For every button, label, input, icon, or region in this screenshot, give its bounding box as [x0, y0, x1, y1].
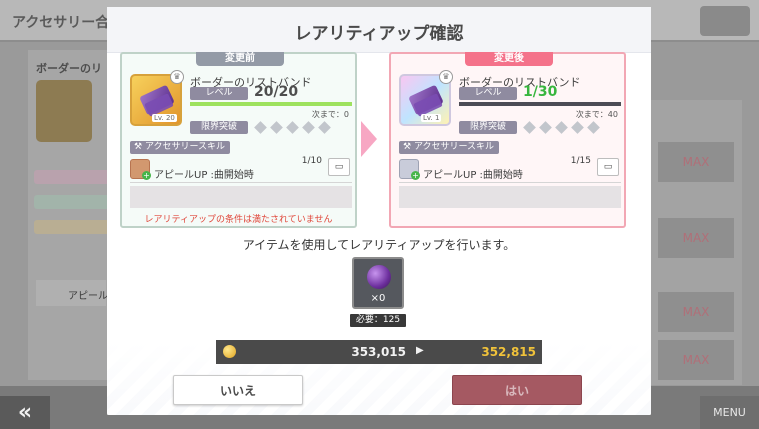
background-max-label: MAX	[658, 292, 734, 332]
background-screen-title: アクセサリー合	[12, 15, 110, 31]
skill-info-button[interactable]: ▭	[328, 158, 350, 176]
plus-icon: +	[142, 171, 151, 180]
skill-count: 1/15	[570, 156, 591, 166]
menu-button[interactable]: MENU	[700, 396, 759, 429]
money-bar: 353,015 ▶ 352,815	[216, 340, 542, 364]
yes-button[interactable]: はい	[452, 375, 582, 405]
diamond-icon	[270, 121, 283, 134]
accessory-skill-label-text: アクセサリースキル	[413, 142, 495, 152]
diamond-icon	[523, 121, 536, 134]
limit-break-label: 限界突破	[459, 121, 517, 134]
icon-level-chip: Lv. 1	[421, 114, 442, 122]
accessory-skill-label: ⚒ アクセサリースキル	[130, 141, 230, 154]
background-stat-pill	[34, 220, 114, 234]
skill-name: アピールUP :曲開始時	[423, 170, 523, 181]
before-panel: 変更前 ♛ Lv. 20 ボーダーのリストバンド レベル 20/20 次まで：0…	[120, 52, 357, 228]
background-item-thumbnail	[36, 80, 92, 142]
confirm-message: アイテムを使用してレアリティアップを行います。	[242, 238, 516, 252]
accessory-skill-label: ⚒ アクセサリースキル	[399, 141, 499, 154]
rarity-crown-icon: ♛	[170, 70, 184, 84]
level-label: レベル	[459, 87, 517, 100]
background-skill-text: アピール	[68, 291, 108, 302]
next-exp-text: 次まで：40	[575, 110, 618, 119]
wristband-icon: ♛ Lv. 20	[130, 70, 184, 126]
message-icon: ▭	[334, 162, 344, 172]
exp-bar	[459, 102, 621, 106]
plus-icon: +	[411, 171, 420, 180]
diamond-icon	[555, 121, 568, 134]
diamond-icon	[254, 121, 267, 134]
wrench-icon: ⚒	[134, 142, 145, 152]
background-stat-pill	[34, 195, 114, 209]
next-exp-text: 次まで：0	[311, 110, 349, 119]
limit-break-label: 限界突破	[190, 121, 248, 134]
money-after: 352,815	[481, 345, 536, 359]
purple-orb-icon	[367, 265, 391, 289]
smile-face-icon: +	[399, 159, 420, 180]
owned-count: ×0	[370, 293, 386, 304]
smile-face-icon: +	[130, 159, 151, 180]
diamond-icon	[318, 121, 331, 134]
icon-level-chip: Lv. 20	[152, 114, 177, 122]
no-button[interactable]: いいえ	[173, 375, 303, 405]
exp-bar	[190, 102, 352, 106]
diamond-icon	[587, 121, 600, 134]
message-icon: ▭	[603, 162, 613, 172]
dialog-title-band: レアリティアップ確認	[107, 7, 651, 53]
empty-skill-slot	[130, 186, 352, 208]
diamond-icon	[571, 121, 584, 134]
background-stat-pill	[34, 170, 114, 184]
limit-break-diamonds	[523, 121, 600, 134]
background-left-subtitle: ボーダーのリ	[36, 62, 102, 75]
arrow-right-icon	[361, 121, 377, 157]
skill-name: アピールUP :曲開始時	[154, 170, 254, 181]
background-max-label: MAX	[658, 218, 734, 258]
dialog-body: レアリティアップ確認 変更前 ♛ Lv. 20 ボーダーのリストバンド レベル …	[107, 7, 651, 415]
skill-info-button[interactable]: ▭	[597, 158, 619, 176]
before-tag: 変更前	[196, 52, 284, 66]
accessory-skill-label-text: アクセサリースキル	[144, 142, 226, 152]
background-max-label: MAX	[658, 142, 734, 182]
rarity-crown-icon: ♛	[439, 70, 453, 84]
background-max-label: MAX	[658, 340, 734, 380]
skill-row: + アピールUP :曲開始時 1/10 ▭	[130, 156, 352, 183]
required-amount: 必要：125	[350, 314, 406, 327]
level-value: 20/20	[254, 84, 299, 100]
wristband-icon: ♛ Lv. 1	[399, 70, 453, 126]
back-button[interactable]: «	[0, 396, 50, 429]
diamond-icon	[302, 121, 315, 134]
diamond-icon	[539, 121, 552, 134]
rarity-up-dialog: レアリティアップ確認 変更前 ♛ Lv. 20 ボーダーのリストバンド レベル …	[107, 7, 651, 415]
level-label: レベル	[190, 87, 248, 100]
condition-warning: レアリティアップの条件は満たされていません	[144, 215, 333, 225]
after-panel: 変更後 ♛ Lv. 1 ボーダーのリストバンド レベル 1/30 次まで：40 …	[389, 52, 626, 228]
skill-count: 1/10	[301, 156, 322, 166]
diamond-icon	[286, 121, 299, 134]
rarity-item-icon: ×0	[352, 257, 404, 309]
wrench-icon: ⚒	[403, 142, 414, 152]
dialog-title: レアリティアップ確認	[294, 24, 464, 44]
skill-row: + アピールUP :曲開始時 1/15 ▭	[399, 156, 621, 183]
level-value: 1/30	[523, 84, 558, 100]
empty-skill-slot	[399, 186, 621, 208]
background-currency-badge	[700, 6, 750, 36]
after-tag: 変更後	[465, 52, 553, 66]
limit-break-diamonds	[254, 121, 331, 134]
